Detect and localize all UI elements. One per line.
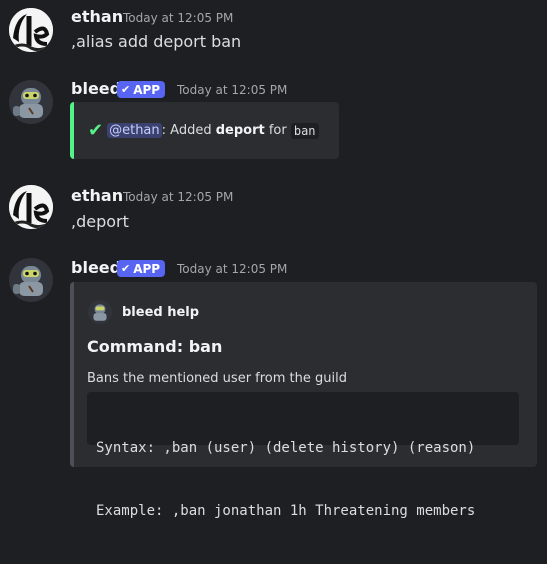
code-block: Syntax: ,ban (user) (delete history) (re… bbox=[87, 392, 519, 519]
app-badge: ✔ APP bbox=[117, 260, 166, 277]
checkmark-icon: ✔ bbox=[121, 83, 131, 96]
avatar[interactable] bbox=[9, 80, 53, 124]
embed-description: Bans the mentioned user from the guild bbox=[87, 371, 347, 386]
check-icon: ✔ bbox=[88, 120, 104, 141]
embed: bleed help Command: ban Bans the mention… bbox=[70, 282, 537, 519]
message-3: ethan Today at 12:05 PM ,deport bbox=[0, 180, 547, 255]
embed-author-name[interactable]: bleed help bbox=[122, 305, 199, 320]
message-2: bleed ✔ APP Today at 12:05 PM ✔ @ethan :… bbox=[0, 70, 547, 180]
message-4: bleed ✔ APP Today at 12:05 PM bleed help… bbox=[0, 250, 547, 519]
author-name[interactable]: bleed bbox=[71, 79, 121, 98]
embed-accent-bar bbox=[70, 282, 74, 467]
timestamp: Today at 12:05 PM bbox=[177, 262, 288, 276]
bleed-avatar-icon bbox=[9, 80, 53, 124]
embed: ✔ @ethan : Added deport for ban bbox=[70, 102, 339, 159]
avatar[interactable] bbox=[9, 185, 53, 229]
inline-code: ban bbox=[290, 122, 319, 139]
embed-accent-bar bbox=[70, 102, 74, 159]
avatar[interactable] bbox=[9, 8, 53, 52]
code-line: Syntax: ,ban (user) (delete history) (re… bbox=[96, 440, 476, 456]
timestamp: Today at 12:05 PM bbox=[177, 83, 288, 97]
code-line: Example: ,ban jonathan 1h Threatening me… bbox=[96, 503, 476, 519]
bold-text: deport bbox=[215, 123, 265, 138]
author-name[interactable]: bleed bbox=[71, 258, 121, 277]
badge-label: APP bbox=[133, 82, 161, 97]
message-text: ,deport bbox=[71, 212, 129, 231]
text-segment: for bbox=[264, 123, 291, 138]
user-mention[interactable]: @ethan bbox=[107, 123, 162, 138]
message-1: ethan Today at 12:05 PM ,alias add depor… bbox=[0, 0, 547, 70]
text-segment: : Added bbox=[161, 123, 216, 138]
author-name[interactable]: ethan bbox=[71, 7, 123, 26]
message-text: ,alias add deport ban bbox=[71, 32, 242, 51]
embed-title: Command: ban bbox=[87, 337, 223, 356]
badge-label: APP bbox=[133, 261, 161, 276]
ethan-avatar-icon bbox=[9, 185, 53, 229]
avatar[interactable] bbox=[9, 258, 53, 302]
bleed-avatar-icon bbox=[9, 258, 53, 302]
embed-description: ✔ @ethan : Added deport for ban bbox=[88, 120, 319, 141]
app-badge: ✔ APP bbox=[117, 81, 166, 98]
timestamp: Today at 12:05 PM bbox=[123, 11, 234, 25]
checkmark-icon: ✔ bbox=[121, 262, 131, 275]
ethan-avatar-icon bbox=[9, 8, 53, 52]
embed-author-avatar bbox=[88, 300, 112, 324]
timestamp: Today at 12:05 PM bbox=[123, 190, 234, 204]
author-name[interactable]: ethan bbox=[71, 186, 123, 205]
bleed-avatar-icon bbox=[88, 300, 112, 324]
